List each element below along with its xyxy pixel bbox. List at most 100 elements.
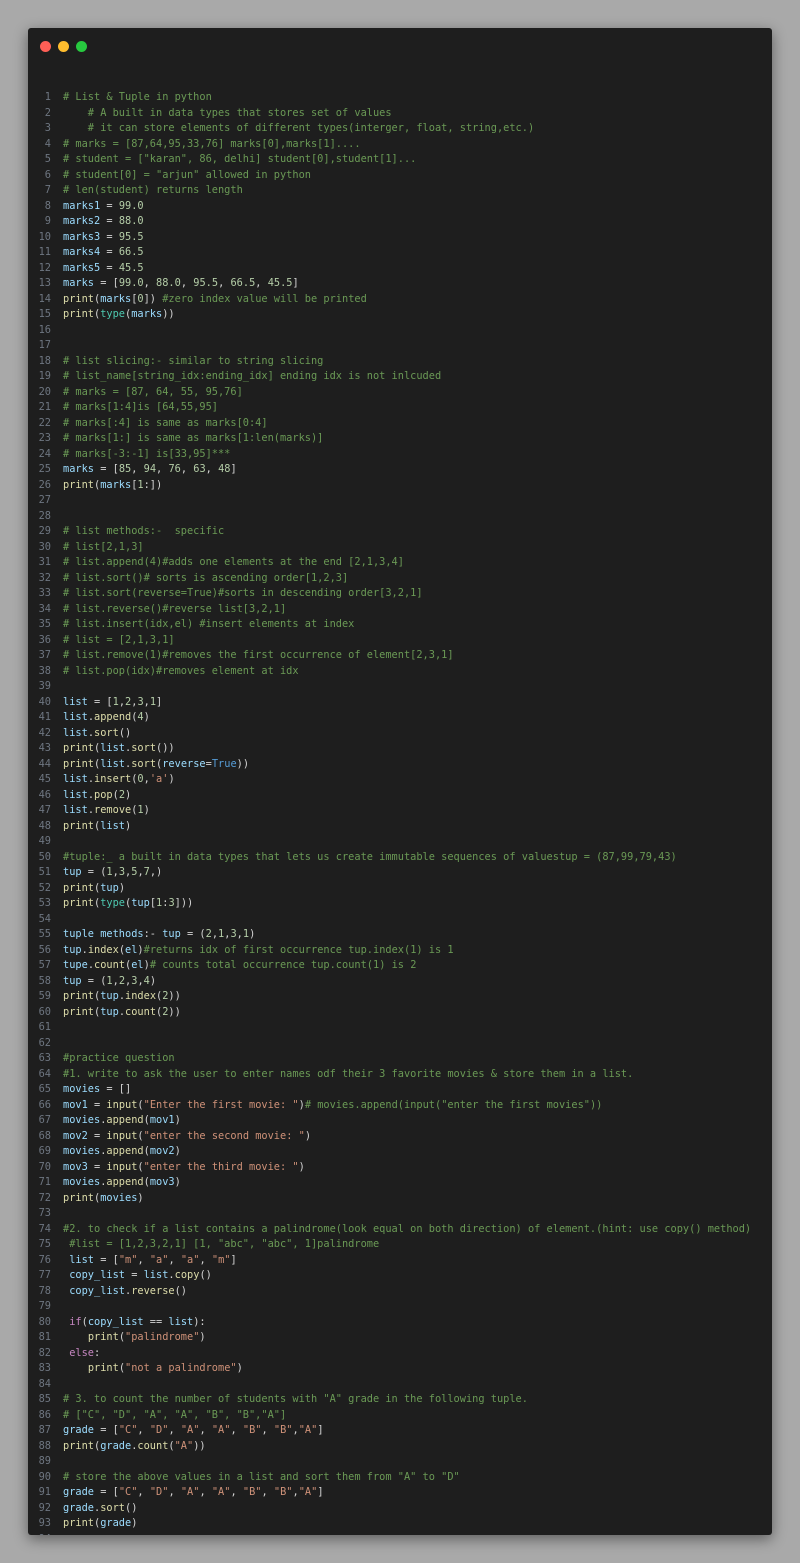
code-line: 29 # list methods:- specific — [28, 524, 772, 540]
code-token: # list.remove(1)#removes the first occur… — [63, 649, 454, 661]
code-token: insert — [94, 773, 132, 785]
line-text: print(type(tup[1:3])) — [63, 896, 193, 912]
code-token: , — [168, 1253, 181, 1266]
line-number: 22 — [38, 416, 51, 429]
code-token: tup — [100, 881, 119, 894]
code-token: tup — [63, 943, 82, 956]
code-token: index — [87, 943, 119, 956]
code-token: copy_list — [87, 1315, 144, 1328]
maximize-button[interactable] — [76, 41, 87, 52]
code-line: 79 — [28, 1299, 772, 1315]
code-line: 66 mov1 = input("Enter the first movie: "… — [28, 1098, 772, 1114]
code-token: # list = [2,1,3,1] — [63, 633, 175, 646]
close-button[interactable] — [40, 41, 51, 52]
code-token: # list methods:- specific — [63, 525, 225, 537]
code-line: 2 # A built in data types that stores se… — [28, 106, 772, 122]
line-text: marks5 = 45.5 — [63, 261, 144, 277]
code-token: count — [94, 959, 126, 971]
code-token: "B" — [242, 1424, 262, 1436]
code-token: "B" — [273, 1424, 293, 1436]
line-text: copy_list.reverse() — [63, 1284, 187, 1300]
line-text: print(list.sort(reverse=True)) — [63, 757, 249, 773]
code-token: ,) — [149, 866, 163, 878]
code-line: 28 — [28, 509, 772, 525]
line-text: marks3 = 95.5 — [63, 230, 144, 246]
code-token: "D" — [149, 1486, 169, 1498]
code-token: = — [87, 1160, 107, 1173]
code-token: : — [94, 1346, 101, 1359]
line-number: 16 — [38, 323, 51, 336]
code-token: 76 — [168, 463, 181, 475]
line-text: # 3. to count the number of students wit… — [63, 1392, 528, 1408]
title-bar — [28, 28, 772, 66]
minimize-button[interactable] — [58, 41, 69, 52]
code-line: 23 # marks[1:] is same as marks[1:len(mar… — [28, 431, 772, 447]
code-line: 9 marks2 = 88.0 — [28, 214, 772, 230]
line-number: 44 — [38, 757, 51, 770]
code-token: tuple — [63, 928, 94, 940]
line-number: 92 — [38, 1501, 51, 1514]
code-token: sort — [131, 742, 157, 754]
code-line: 48 print(list) — [28, 819, 772, 835]
code-token: , — [199, 1424, 212, 1436]
line-number: 43 — [38, 742, 51, 754]
code-token: "m" — [211, 1253, 231, 1266]
code-token: ])) — [174, 897, 194, 909]
code-line: 41 list.append(4) — [28, 710, 772, 726]
line-number: 50 — [38, 850, 51, 863]
line-text: tuple methods:- tup = (2,1,3,1) — [63, 927, 255, 943]
line-text: # list.remove(1)#removes the first occur… — [63, 648, 454, 664]
code-token: print — [63, 1439, 94, 1452]
code-token: ) — [249, 928, 256, 940]
line-text: #1. write to ask the user to enter names… — [63, 1067, 633, 1083]
code-token: list — [63, 726, 88, 739]
code-token: tup — [100, 1005, 119, 1018]
line-number: 42 — [38, 726, 51, 739]
code-token: 95.5 — [193, 277, 219, 289]
code-token: ) — [143, 804, 150, 816]
line-number: 82 — [38, 1346, 51, 1359]
code-token: "palindrome" — [125, 1331, 200, 1343]
code-token: = — [100, 246, 119, 258]
code-token: methods — [100, 928, 144, 940]
code-token: )) — [168, 1005, 181, 1018]
code-token: marks — [63, 277, 94, 289]
line-text: if(copy_list == list): — [63, 1315, 205, 1331]
code-token: index — [125, 990, 157, 1002]
line-text: list.remove(1) — [63, 803, 150, 819]
code-token: marks — [100, 292, 132, 305]
code-token: = [ — [94, 1486, 119, 1498]
code-token: type — [100, 308, 126, 320]
code-token: reverse — [162, 757, 206, 770]
code-token: list — [100, 819, 126, 832]
line-text: grade.sort() — [63, 1501, 137, 1517]
code-token: list — [100, 757, 126, 770]
code-token: mov3 — [149, 1176, 175, 1188]
code-token: remove — [94, 804, 132, 816]
code-token: "A" — [211, 1486, 231, 1498]
line-text: # marks = [87,64,95,33,76] marks[0],mark… — [63, 137, 361, 153]
code-token: # A built in data types that stores set … — [63, 106, 392, 119]
code-line: 85 # 3. to count the number of students w… — [28, 1392, 772, 1408]
code-line: 57 tupe.count(el)# counts total occurrenc… — [28, 958, 772, 974]
code-token: # student = ["karan", 86, delhi] student… — [63, 153, 417, 165]
code-token: = [ — [94, 277, 119, 289]
line-number: 48 — [38, 819, 51, 832]
code-line: 15 print(type(marks)) — [28, 307, 772, 323]
line-number: 54 — [38, 912, 51, 925]
code-line: 24 # marks[-3:-1] is[33,95]*** — [28, 447, 772, 463]
line-text: print(grade) — [63, 1516, 137, 1532]
code-line: 31 # list.append(4)#adds one elements at … — [28, 555, 772, 571]
line-number: 55 — [38, 928, 51, 940]
code-token: #1. write to ask the user to enter names… — [63, 1067, 634, 1080]
line-number: 3 — [44, 122, 51, 134]
code-token: 95.5 — [118, 230, 144, 243]
line-text: marks4 = 66.5 — [63, 245, 144, 261]
code-token: movies — [63, 1176, 101, 1188]
line-text: print(movies) — [63, 1191, 144, 1207]
code-token: append — [106, 1114, 144, 1126]
code-line: 26 print(marks[1:]) — [28, 478, 772, 494]
code-token: 94 — [143, 463, 157, 475]
code-token: grade — [63, 1424, 94, 1436]
